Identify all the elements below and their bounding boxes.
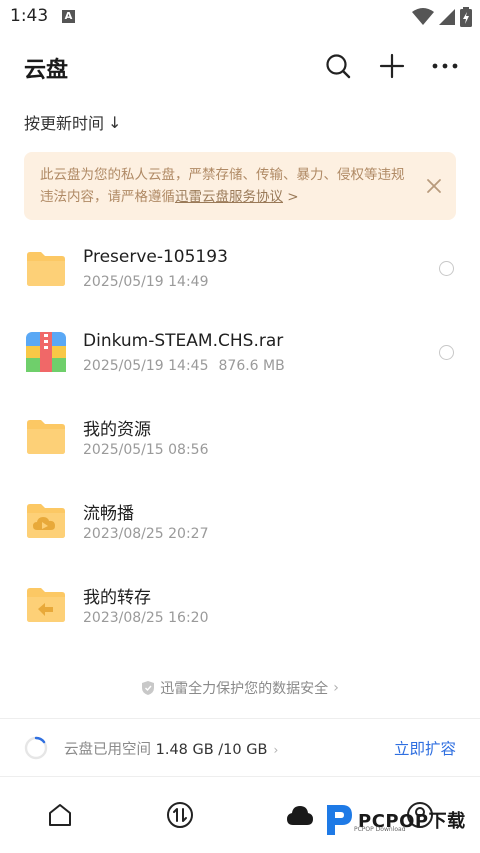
status-time: 1:43: [10, 6, 49, 26]
sort-label: 按更新时间: [24, 114, 105, 133]
add-button[interactable]: [376, 50, 408, 82]
plus-icon: [379, 53, 405, 79]
chevron-right-icon: ›: [333, 680, 339, 696]
file-row[interactable]: 我的转存 2023/08/25 16:20: [0, 564, 480, 648]
pcpop-logo-icon: [327, 805, 352, 835]
watermark: PCPOP下载 PCPOP Download: [324, 800, 466, 840]
more-icon: [432, 63, 458, 69]
storage-total: /10 GB: [218, 742, 268, 758]
service-agreement-label: 迅雷云盘服务协议: [175, 189, 283, 205]
expand-storage-button[interactable]: 立即扩容: [394, 737, 456, 759]
divider: [0, 718, 480, 719]
file-date: 2025/05/19 14:49: [83, 274, 209, 290]
notice-banner: 此云盘为您的私人云盘，严禁存储、传输、暴力、侵权等违规违法内容，请严格遵循迅雷云…: [24, 152, 456, 220]
watermark-subtext: PCPOP Download: [354, 826, 406, 833]
storage-text: 云盘已用空间: [64, 742, 151, 758]
file-meta: 2023/08/25 20:27: [83, 526, 209, 542]
archive-icon: [26, 332, 66, 372]
file-name: 我的转存: [83, 588, 151, 608]
file-date: 2023/08/25 20:27: [83, 526, 209, 542]
notification-icon: A: [62, 10, 75, 23]
page-title: 云盘: [24, 58, 69, 83]
status-bar: 1:43 A: [0, 0, 480, 34]
service-agreement-chevron: >: [283, 189, 299, 205]
file-meta: 2025/05/19 14:45 876.6 MB: [83, 358, 285, 374]
cloud-play-folder-icon: [27, 504, 65, 538]
close-icon: [427, 179, 441, 193]
signal-icon: [439, 9, 455, 25]
battery-icon: [460, 7, 472, 27]
status-icons: [412, 6, 472, 28]
file-name: Dinkum-STEAM.CHS.rar: [83, 331, 284, 351]
file-date: 2025/05/19 14:45: [83, 358, 209, 374]
notice-close-button[interactable]: [424, 176, 444, 196]
home-icon: [49, 804, 71, 826]
folder-icon: [27, 252, 65, 286]
service-agreement-link[interactable]: 迅雷云盘服务协议 >: [175, 189, 299, 205]
storage-bar[interactable]: 云盘已用空间 1.48 GB /10 GB › 立即扩容: [0, 720, 480, 776]
header: 云盘: [0, 40, 480, 92]
storage-used: 1.48 GB: [155, 742, 214, 758]
file-name: Preserve-105193: [83, 247, 228, 267]
sort-selector[interactable]: 按更新时间 ↓: [24, 110, 121, 134]
shield-icon: [142, 681, 155, 695]
storage-progress-ring: [24, 736, 48, 760]
nav-home[interactable]: [44, 799, 76, 831]
storage-label: 云盘已用空间 1.48 GB /10 GB ›: [64, 738, 278, 759]
security-note-text: 迅雷全力保护您的数据安全: [160, 681, 329, 697]
file-meta: 2023/08/25 16:20: [83, 610, 209, 626]
search-button[interactable]: [322, 50, 354, 82]
file-name: 我的资源: [83, 420, 151, 440]
transfer-folder-icon: [27, 588, 65, 622]
search-icon: [326, 54, 351, 79]
notice-text: 此云盘为您的私人云盘，严禁存储、传输、暴力、侵权等违规违法内容，请严格遵循迅雷云…: [40, 164, 410, 208]
select-radio[interactable]: [439, 261, 454, 276]
file-row[interactable]: 我的资源 2025/05/15 08:56: [0, 396, 480, 480]
file-meta: 2025/05/19 14:49: [83, 274, 209, 290]
cloud-icon: [287, 806, 313, 825]
nav-transfer[interactable]: [164, 799, 196, 831]
security-note[interactable]: 迅雷全力保护您的数据安全 ›: [0, 678, 480, 698]
folder-icon: [27, 420, 65, 454]
chevron-right-icon: ›: [273, 743, 279, 757]
select-radio[interactable]: [439, 345, 454, 360]
file-row[interactable]: 流畅播 2023/08/25 20:27: [0, 480, 480, 564]
file-date: 2025/05/15 08:56: [83, 442, 209, 458]
sort-arrow-icon: ↓: [108, 112, 122, 132]
file-row[interactable]: Preserve-105193 2025/05/19 14:49: [0, 228, 480, 312]
nav-cloud[interactable]: [284, 799, 316, 831]
file-size: 876.6 MB: [218, 358, 285, 374]
file-date: 2023/08/25 16:20: [83, 610, 209, 626]
wifi-icon: [412, 8, 434, 25]
more-button[interactable]: [429, 50, 461, 82]
transfer-icon: [167, 802, 193, 828]
file-name: 流畅播: [83, 504, 134, 524]
file-row[interactable]: Dinkum-STEAM.CHS.rar 2025/05/19 14:45 876…: [0, 312, 480, 396]
file-meta: 2025/05/15 08:56: [83, 442, 209, 458]
